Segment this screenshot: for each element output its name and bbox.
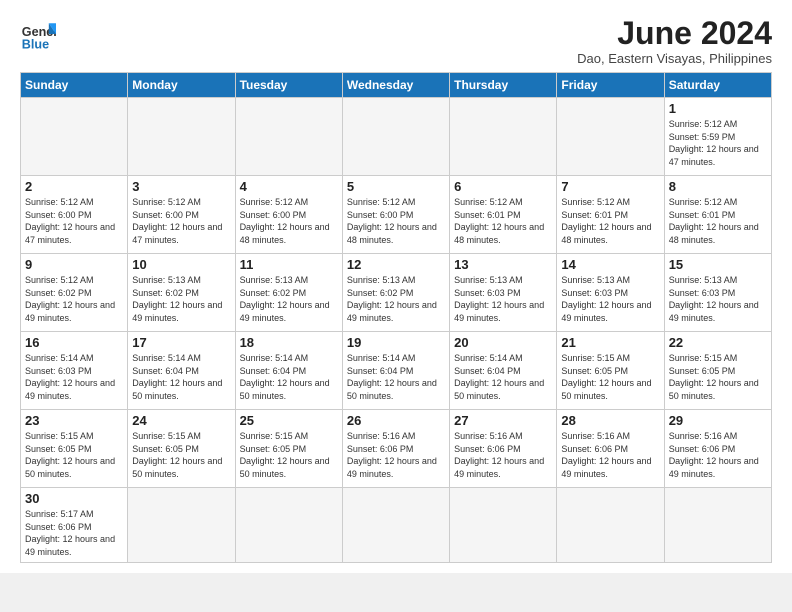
- empty-cell: [342, 488, 449, 562]
- day-4: 4 Sunrise: 5:12 AMSunset: 6:00 PMDayligh…: [235, 176, 342, 254]
- logo: General Blue: [20, 16, 56, 52]
- header-saturday: Saturday: [664, 73, 771, 98]
- empty-cell: [664, 488, 771, 562]
- day-number: 1: [669, 101, 767, 116]
- day-9: 9 Sunrise: 5:12 AMSunset: 6:02 PMDayligh…: [21, 254, 128, 332]
- header-monday: Monday: [128, 73, 235, 98]
- day-29: 29 Sunrise: 5:16 AMSunset: 6:06 PMDaylig…: [664, 410, 771, 488]
- day-5: 5 Sunrise: 5:12 AMSunset: 6:00 PMDayligh…: [342, 176, 449, 254]
- day-7: 7 Sunrise: 5:12 AMSunset: 6:01 PMDayligh…: [557, 176, 664, 254]
- empty-cell: [128, 488, 235, 562]
- day-1: 1 Sunrise: 5:12 AM Sunset: 5:59 PM Dayli…: [664, 98, 771, 176]
- location-subtitle: Dao, Eastern Visayas, Philippines: [577, 51, 772, 66]
- day-20: 20 Sunrise: 5:14 AMSunset: 6:04 PMDaylig…: [450, 332, 557, 410]
- month-title: June 2024: [577, 16, 772, 51]
- title-block: June 2024 Dao, Eastern Visayas, Philippi…: [577, 16, 772, 66]
- calendar-page: General Blue June 2024 Dao, Eastern Visa…: [0, 0, 792, 573]
- header-thursday: Thursday: [450, 73, 557, 98]
- week-row-5: 23 Sunrise: 5:15 AMSunset: 6:05 PMDaylig…: [21, 410, 772, 488]
- empty-cell: [235, 488, 342, 562]
- day-16: 16 Sunrise: 5:14 AMSunset: 6:03 PMDaylig…: [21, 332, 128, 410]
- day-15: 15 Sunrise: 5:13 AMSunset: 6:03 PMDaylig…: [664, 254, 771, 332]
- week-row-4: 16 Sunrise: 5:14 AMSunset: 6:03 PMDaylig…: [21, 332, 772, 410]
- week-row-3: 9 Sunrise: 5:12 AMSunset: 6:02 PMDayligh…: [21, 254, 772, 332]
- day-22: 22 Sunrise: 5:15 AMSunset: 6:05 PMDaylig…: [664, 332, 771, 410]
- header-tuesday: Tuesday: [235, 73, 342, 98]
- logo-icon: General Blue: [20, 16, 56, 52]
- calendar-table: Sunday Monday Tuesday Wednesday Thursday…: [20, 72, 772, 562]
- day-11: 11 Sunrise: 5:13 AMSunset: 6:02 PMDaylig…: [235, 254, 342, 332]
- day-10: 10 Sunrise: 5:13 AMSunset: 6:02 PMDaylig…: [128, 254, 235, 332]
- empty-cell: [128, 98, 235, 176]
- empty-cell: [450, 98, 557, 176]
- day-24: 24 Sunrise: 5:15 AMSunset: 6:05 PMDaylig…: [128, 410, 235, 488]
- weekday-header-row: Sunday Monday Tuesday Wednesday Thursday…: [21, 73, 772, 98]
- day-23: 23 Sunrise: 5:15 AMSunset: 6:05 PMDaylig…: [21, 410, 128, 488]
- day-18: 18 Sunrise: 5:14 AMSunset: 6:04 PMDaylig…: [235, 332, 342, 410]
- empty-cell: [450, 488, 557, 562]
- day-6: 6 Sunrise: 5:12 AMSunset: 6:01 PMDayligh…: [450, 176, 557, 254]
- day-2: 2 Sunrise: 5:12 AMSunset: 6:00 PMDayligh…: [21, 176, 128, 254]
- day-info: Sunrise: 5:12 AM Sunset: 5:59 PM Dayligh…: [669, 118, 767, 168]
- empty-cell: [557, 98, 664, 176]
- svg-text:Blue: Blue: [22, 37, 49, 51]
- week-row-1: 1 Sunrise: 5:12 AM Sunset: 5:59 PM Dayli…: [21, 98, 772, 176]
- day-8: 8 Sunrise: 5:12 AMSunset: 6:01 PMDayligh…: [664, 176, 771, 254]
- header-friday: Friday: [557, 73, 664, 98]
- day-19: 19 Sunrise: 5:14 AMSunset: 6:04 PMDaylig…: [342, 332, 449, 410]
- empty-cell: [235, 98, 342, 176]
- day-27: 27 Sunrise: 5:16 AMSunset: 6:06 PMDaylig…: [450, 410, 557, 488]
- day-17: 17 Sunrise: 5:14 AMSunset: 6:04 PMDaylig…: [128, 332, 235, 410]
- day-30: 30 Sunrise: 5:17 AMSunset: 6:06 PMDaylig…: [21, 488, 128, 562]
- day-25: 25 Sunrise: 5:15 AMSunset: 6:05 PMDaylig…: [235, 410, 342, 488]
- header-wednesday: Wednesday: [342, 73, 449, 98]
- empty-cell: [21, 98, 128, 176]
- day-14: 14 Sunrise: 5:13 AMSunset: 6:03 PMDaylig…: [557, 254, 664, 332]
- empty-cell: [342, 98, 449, 176]
- week-row-2: 2 Sunrise: 5:12 AMSunset: 6:00 PMDayligh…: [21, 176, 772, 254]
- day-26: 26 Sunrise: 5:16 AMSunset: 6:06 PMDaylig…: [342, 410, 449, 488]
- week-row-6: 30 Sunrise: 5:17 AMSunset: 6:06 PMDaylig…: [21, 488, 772, 562]
- header-sunday: Sunday: [21, 73, 128, 98]
- day-21: 21 Sunrise: 5:15 AMSunset: 6:05 PMDaylig…: [557, 332, 664, 410]
- day-12: 12 Sunrise: 5:13 AMSunset: 6:02 PMDaylig…: [342, 254, 449, 332]
- header: General Blue June 2024 Dao, Eastern Visa…: [20, 16, 772, 66]
- empty-cell: [557, 488, 664, 562]
- day-13: 13 Sunrise: 5:13 AMSunset: 6:03 PMDaylig…: [450, 254, 557, 332]
- day-28: 28 Sunrise: 5:16 AMSunset: 6:06 PMDaylig…: [557, 410, 664, 488]
- day-3: 3 Sunrise: 5:12 AMSunset: 6:00 PMDayligh…: [128, 176, 235, 254]
